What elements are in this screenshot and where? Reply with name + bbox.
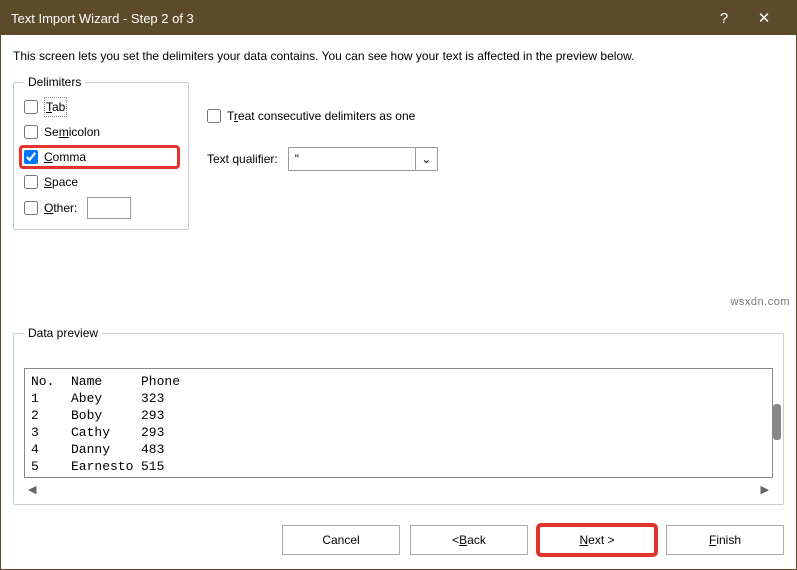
chevron-down-icon: ⌄ bbox=[415, 148, 437, 170]
preview-cell: Danny bbox=[71, 441, 141, 458]
preview-cell: 3 bbox=[31, 424, 71, 441]
preview-header: No. bbox=[31, 373, 71, 390]
delimiter-other-checkbox[interactable] bbox=[24, 201, 38, 215]
preview-panel: No. 1 2 3 4 5 Name Abey Boby Cathy Danny… bbox=[24, 368, 773, 478]
wizard-window: Text Import Wizard - Step 2 of 3 ? ✕ Thi… bbox=[0, 0, 797, 570]
delimiter-tab[interactable]: Tab bbox=[24, 97, 178, 117]
delimiter-other-input[interactable] bbox=[87, 197, 131, 219]
preview-cell: 4 bbox=[31, 441, 71, 458]
finish-button[interactable]: Finish bbox=[666, 525, 784, 555]
titlebar: Text Import Wizard - Step 2 of 3 ? ✕ bbox=[1, 1, 796, 35]
preview-cell: 5 bbox=[31, 458, 71, 475]
vertical-scrollbar[interactable] bbox=[773, 404, 781, 440]
delimiter-other[interactable]: Other: bbox=[24, 197, 178, 219]
preview-cell: Cathy bbox=[71, 424, 141, 441]
qualifier-label: Text qualifier: bbox=[207, 152, 278, 166]
preview-cell: 323 bbox=[141, 390, 211, 407]
delimiter-space-checkbox[interactable] bbox=[24, 175, 38, 189]
preview-cell: 1 bbox=[31, 390, 71, 407]
button-row: Cancel < Back Next > Finish bbox=[1, 515, 796, 569]
delimiter-semicolon[interactable]: Semicolon bbox=[24, 123, 178, 141]
delimiter-tab-checkbox[interactable] bbox=[24, 100, 38, 114]
treat-consecutive[interactable]: Treat consecutive delimiters as one bbox=[207, 107, 438, 125]
scroll-left-icon: ◀ bbox=[28, 483, 36, 496]
qualifier-value: " bbox=[295, 152, 415, 166]
delimiter-comma-checkbox[interactable] bbox=[24, 150, 38, 164]
horizontal-scrollbar[interactable]: ◀ ▶ bbox=[24, 478, 773, 500]
preview-cell: 2 bbox=[31, 407, 71, 424]
window-title: Text Import Wizard - Step 2 of 3 bbox=[11, 11, 704, 26]
cancel-button[interactable]: Cancel bbox=[282, 525, 400, 555]
qualifier-select[interactable]: " ⌄ bbox=[288, 147, 438, 171]
preview-cell: Earnesto bbox=[71, 458, 141, 475]
next-button[interactable]: Next > bbox=[538, 525, 656, 555]
preview-cell: 293 bbox=[141, 424, 211, 441]
close-button[interactable]: ✕ bbox=[744, 9, 784, 27]
delimiter-semicolon-checkbox[interactable] bbox=[24, 125, 38, 139]
delimiter-space[interactable]: Space bbox=[24, 173, 178, 191]
preview-legend: Data preview bbox=[24, 326, 102, 340]
preview-cell: 483 bbox=[141, 441, 211, 458]
delimiters-group: Delimiters Tab Semicolon Comma Space bbox=[13, 75, 189, 230]
preview-cell: Abey bbox=[71, 390, 141, 407]
preview-cell: 515 bbox=[141, 458, 211, 475]
help-button[interactable]: ? bbox=[704, 10, 744, 27]
preview-cell: Boby bbox=[71, 407, 141, 424]
delimiter-comma[interactable]: Comma bbox=[21, 147, 178, 167]
back-button[interactable]: < Back bbox=[410, 525, 528, 555]
preview-header: Phone bbox=[141, 373, 211, 390]
preview-group: Data preview No. 1 2 3 4 5 Name Abey Bob… bbox=[13, 326, 784, 505]
preview-cell: 293 bbox=[141, 407, 211, 424]
watermark: wsxdn.com bbox=[730, 296, 790, 308]
description-text: This screen lets you set the delimiters … bbox=[13, 49, 784, 63]
treat-consecutive-checkbox[interactable] bbox=[207, 109, 221, 123]
preview-header: Name bbox=[71, 373, 141, 390]
delimiters-legend: Delimiters bbox=[24, 75, 85, 89]
content-area: This screen lets you set the delimiters … bbox=[1, 35, 796, 515]
scroll-right-icon: ▶ bbox=[761, 483, 769, 496]
